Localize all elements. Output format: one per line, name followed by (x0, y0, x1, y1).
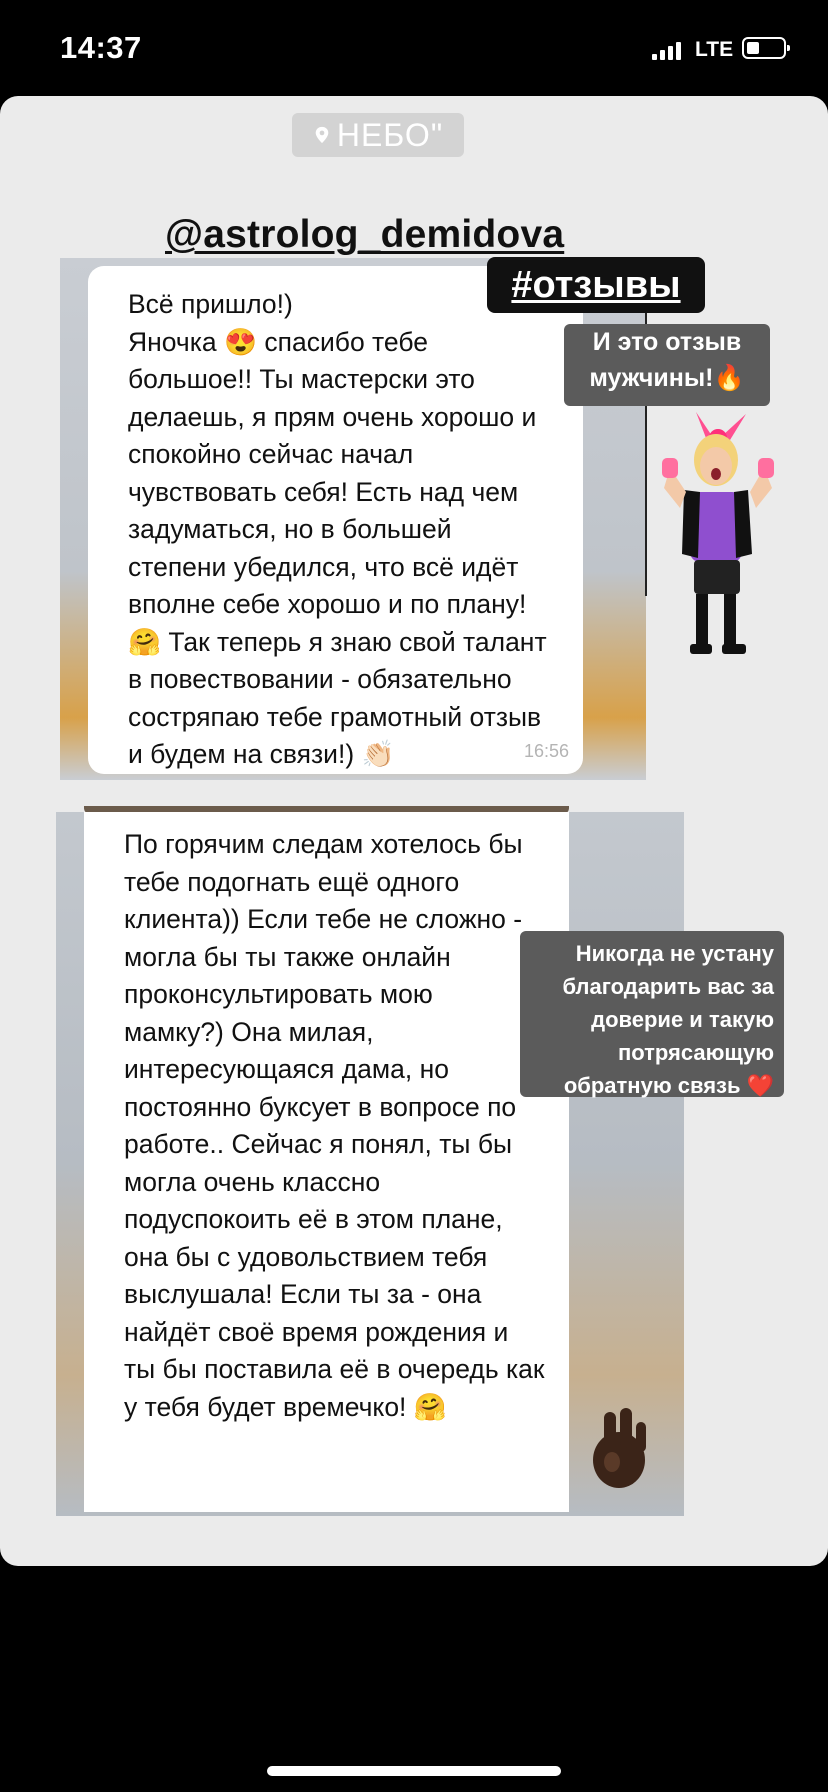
message-1-text: Всё пришло!) Яночка 😍 спасибо тебе больш… (128, 289, 547, 769)
status-time: 14:37 (60, 30, 142, 65)
glove-sticker (593, 1408, 646, 1488)
girl-sticker (662, 412, 774, 654)
caption-note-1: И это отзыв мужчины!🔥 (564, 324, 770, 406)
location-sticker[interactable]: НЕБО" (292, 113, 464, 157)
home-indicator[interactable] (267, 1766, 561, 1776)
message-2-text: По горячим следам хотелось бы тебе подог… (124, 829, 545, 1422)
review-screenshot-2: По горячим следам хотелось бы тебе подог… (56, 806, 684, 1516)
review-screenshot-1: Всё пришло!) Яночка 😍 спасибо тебе больш… (60, 258, 646, 780)
message-bubble-2: По горячим следам хотелось бы тебе подог… (84, 812, 569, 1512)
location-pin-icon (315, 126, 329, 144)
location-label: НЕБО" (336, 116, 444, 153)
message-bubble-1: Всё пришло!) Яночка 😍 спасибо тебе больш… (88, 266, 583, 774)
caption-note-2: Никогда не устану благодарить вас за дов… (520, 931, 784, 1098)
battery-icon (742, 37, 790, 59)
hashtag-sticker[interactable]: #отзывы (487, 257, 705, 313)
network-type: LTE (695, 38, 734, 61)
story-card[interactable]: НЕБО" @astrolog_demidova Всё пришло!) Ян… (0, 96, 828, 1566)
message-1-time: 16:56 (523, 741, 569, 761)
status-bar: 14:37 LTE (0, 0, 828, 96)
signal-icon (652, 42, 682, 60)
mention-handle[interactable]: @astrolog_demidova (165, 213, 564, 257)
